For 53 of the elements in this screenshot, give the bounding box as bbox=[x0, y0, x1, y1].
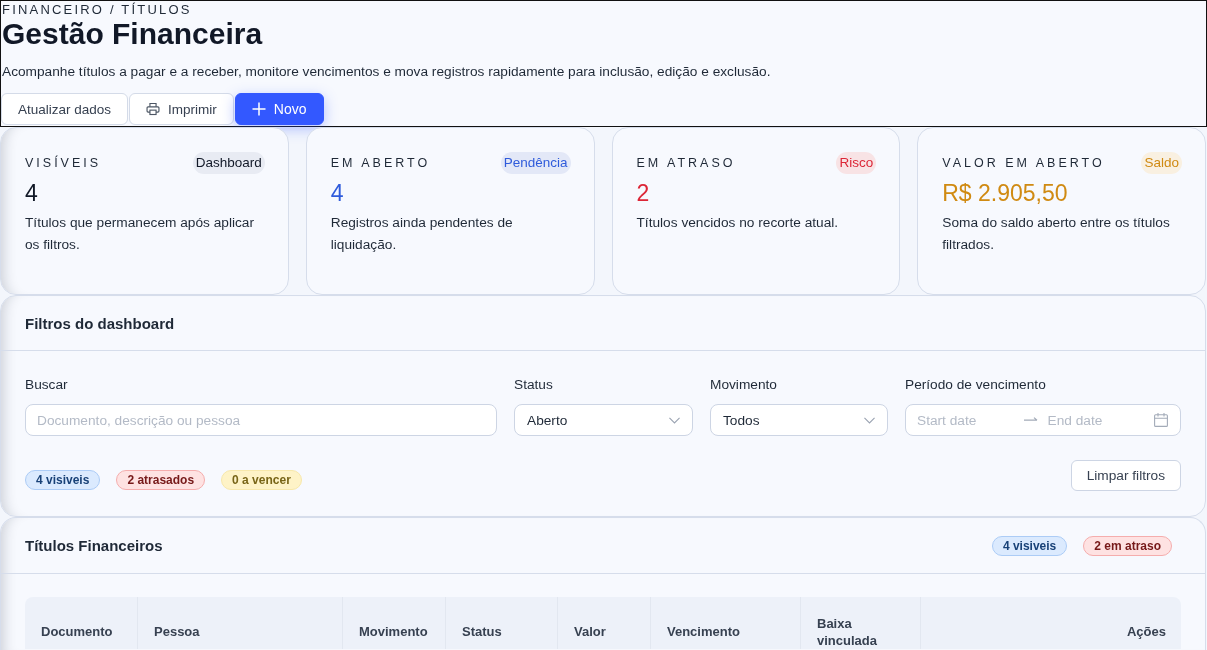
panel-title: Títulos Financeiros bbox=[25, 537, 163, 554]
refresh-button[interactable]: Atualizar dados bbox=[1, 93, 129, 125]
category-tag: Pendência bbox=[500, 152, 571, 174]
count-tag: 2 atrasados bbox=[116, 470, 206, 490]
count-tag: 0 a vencer bbox=[221, 470, 302, 490]
stat-description: Títulos vencidos no recorte atual. bbox=[636, 214, 840, 232]
stat-label: VALOR EM ABERTO bbox=[942, 156, 1105, 170]
stat-description: Títulos que permanecem após aplicar os filtros. bbox=[25, 214, 255, 254]
page-description: Acompanhe títulos a pagar e a receber, monitore vencimentos e mova registros rapidamente para inclusão, edição e exclusão. bbox=[2, 63, 771, 81]
column-header: Status bbox=[462, 623, 502, 640]
stat-value: R$ 2.905,50 bbox=[942, 179, 1069, 207]
breadcrumb: FINANCEIRO / TÍTULOS bbox=[2, 2, 192, 18]
field-label: Período de vencimento bbox=[905, 376, 1046, 394]
stat-label: VISÍVEIS bbox=[25, 156, 102, 170]
category-tag: Dashboard bbox=[192, 152, 265, 174]
stat-value: 4 bbox=[330, 179, 345, 207]
print-button[interactable]: Imprimir bbox=[129, 93, 234, 125]
stat-value: 4 bbox=[25, 179, 39, 207]
chevron-down-icon bbox=[864, 416, 875, 424]
category-tag: Risco bbox=[836, 152, 877, 174]
chevron-down-icon bbox=[669, 416, 680, 424]
stat-description: Soma do saldo aberto entre os títulos filtrados. bbox=[942, 214, 1171, 254]
stat-description: Registros ainda pendentes de liquidação. bbox=[330, 214, 514, 254]
calendar-icon bbox=[1154, 413, 1168, 427]
stat-value: 2 bbox=[636, 179, 651, 207]
status-select[interactable]: Aberto bbox=[514, 404, 693, 436]
panel-title: Filtros do dashboard bbox=[25, 314, 175, 332]
end-date-input[interactable]: End date bbox=[1047, 412, 1144, 428]
field-label: Movimento bbox=[710, 376, 777, 394]
plus-icon bbox=[251, 102, 266, 116]
column-header: Baixa vinculada bbox=[817, 614, 878, 649]
count-tag: 4 visiveis bbox=[25, 470, 101, 490]
start-date-input[interactable]: Start date bbox=[917, 412, 1014, 428]
field-label: Buscar bbox=[25, 376, 68, 394]
column-header: Vencimento bbox=[667, 623, 740, 640]
column-header: Ações bbox=[1126, 623, 1166, 640]
column-header: Movimento bbox=[359, 623, 428, 640]
stat-label: EM ABERTO bbox=[330, 156, 431, 170]
page-title: Gestão Financeira bbox=[2, 18, 263, 50]
stat-label: EM ATRASO bbox=[636, 156, 736, 170]
category-tag: Saldo bbox=[1141, 152, 1182, 174]
field-label: Status bbox=[514, 376, 553, 394]
printer-icon bbox=[146, 102, 161, 116]
clear-filters-button[interactable]: Limpar filtros bbox=[1070, 460, 1181, 491]
search-field[interactable]: Documento, descrição ou pessoa bbox=[25, 404, 497, 436]
count-tag: 2 em atraso bbox=[1083, 535, 1172, 556]
column-header: Documento bbox=[41, 623, 113, 640]
arrow-right-icon bbox=[1023, 417, 1038, 423]
movement-select[interactable]: Todos bbox=[710, 404, 888, 436]
column-header: Valor bbox=[574, 623, 606, 640]
count-tag: 4 visiveis bbox=[991, 535, 1068, 556]
column-header: Pessoa bbox=[154, 623, 200, 640]
new-button[interactable]: Novo bbox=[234, 93, 324, 125]
